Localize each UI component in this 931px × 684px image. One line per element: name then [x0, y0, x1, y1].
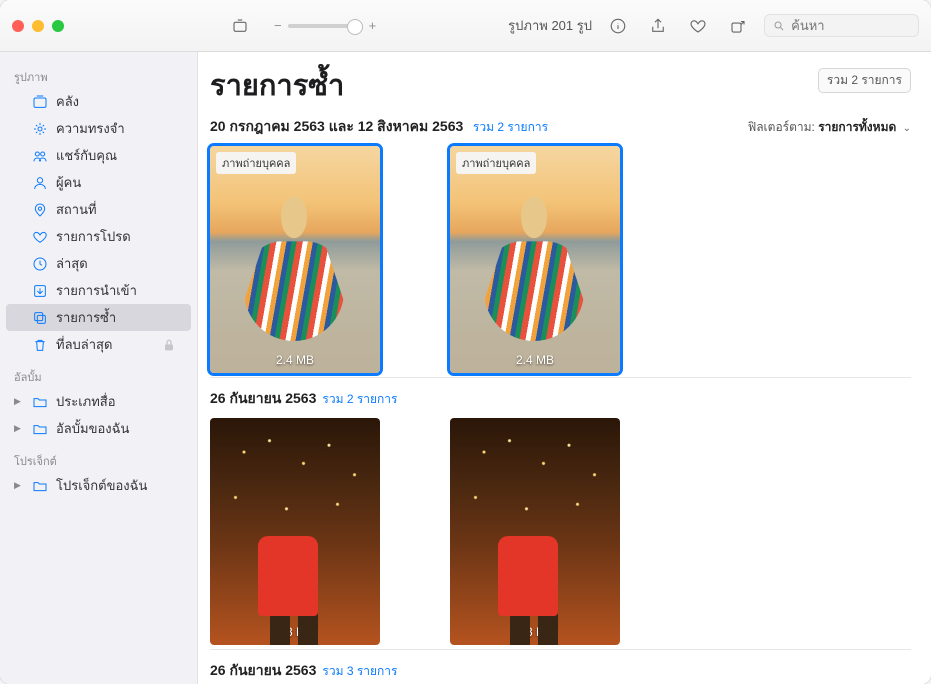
info-button[interactable] — [604, 12, 632, 40]
photo-thumbnail[interactable]: 1.3 MB — [450, 418, 620, 645]
group-date: 20 กรกฎาคม 2563 และ 12 สิงหาคม 2563 — [210, 118, 463, 134]
sidebar-item-import[interactable]: รายการนำเข้า — [6, 277, 191, 304]
zoom-in-label: + — [369, 18, 377, 33]
main-content: รายการซ้ำ รวม 2 รายการ 20 กรกฎาคม 2563 แ… — [198, 52, 931, 684]
file-size: 2.4 MB — [516, 353, 554, 367]
filter-value: รายการทั้งหมด — [818, 120, 896, 134]
file-size: 1.3 MB — [516, 625, 554, 639]
page-title: รายการซ้ำ — [210, 62, 344, 108]
group-count-link[interactable]: รวม 3 รายการ — [322, 662, 397, 681]
chevron-down-icon: ⌄ — [903, 123, 911, 134]
group-count-link[interactable]: รวม 2 รายการ — [322, 390, 397, 409]
folder-icon — [32, 421, 48, 437]
sidebar-item-label: อัลบั้มของฉัน — [56, 418, 129, 439]
sidebar-item-media-types[interactable]: ▶ ประเภทสื่อ — [6, 388, 191, 415]
lock-icon — [161, 337, 177, 353]
filter-prefix: ฟิลเตอร์ตาม: — [748, 120, 815, 134]
folder-icon — [32, 394, 48, 410]
memories-icon — [32, 121, 48, 137]
minimize-window-button[interactable] — [32, 20, 44, 32]
sidebar-item-label: โปรเจ็กต์ของฉัน — [56, 475, 147, 496]
shared-icon — [32, 148, 48, 164]
search-icon — [773, 19, 785, 33]
portrait-badge: ภาพถ่ายบุคคล — [216, 152, 296, 174]
sidebar-section-header-projects: โปรเจ็กต์ — [0, 448, 197, 472]
sidebar-item-label: ความทรงจำ — [56, 118, 125, 139]
sidebar-item-my-projects[interactable]: ▶ โปรเจ็กต์ของฉัน — [6, 472, 191, 499]
sidebar-item-label: รายการโปรด — [56, 226, 131, 247]
sidebar-item-label: สถานที่ — [56, 199, 97, 220]
group-date: 26 กันยายน 2563 — [210, 388, 316, 410]
rotate-button[interactable] — [724, 12, 752, 40]
heart-icon — [32, 229, 48, 245]
favorite-button[interactable] — [684, 12, 712, 40]
sidebar-item-label: คลัง — [56, 91, 79, 112]
sidebar-item-recently-deleted[interactable]: ที่ลบล่าสุด — [6, 331, 191, 358]
duplicates-icon — [32, 310, 48, 326]
sidebar-item-label: แชร์กับคุณ — [56, 145, 117, 166]
sidebar-item-label: รายการนำเข้า — [56, 280, 137, 301]
chevron-right-icon[interactable]: ▶ — [14, 396, 21, 407]
trash-icon — [32, 337, 48, 353]
sidebar-item-label: ผู้คน — [56, 172, 81, 193]
clock-icon — [32, 256, 48, 272]
sidebar-item-recent[interactable]: ล่าสุด — [6, 250, 191, 277]
sidebar: รูปภาพ คลัง ความทรงจำ แชร์กับคุณ ผู้คน — [0, 52, 198, 684]
total-badge[interactable]: รวม 2 รายการ — [818, 68, 911, 93]
group-count-link[interactable]: รวม 2 รายการ — [473, 120, 548, 134]
sidebar-item-label: ประเภทสื่อ — [56, 391, 116, 412]
sidebar-item-label: ที่ลบล่าสุด — [56, 334, 112, 355]
folder-icon — [32, 478, 48, 494]
sidebar-item-people[interactable]: ผู้คน — [6, 169, 191, 196]
file-size: 1.3 MB — [276, 625, 314, 639]
share-button[interactable] — [644, 12, 672, 40]
search-field[interactable] — [764, 14, 919, 37]
window-controls — [12, 20, 64, 32]
portrait-badge: ภาพถ่ายบุคคล — [456, 152, 536, 174]
photo-thumbnail[interactable]: ภาพถ่ายบุคคล 2.4 MB — [210, 146, 380, 373]
sidebar-item-label: รายการซ้ำ — [56, 307, 116, 328]
zoom-out-label: − — [274, 18, 282, 33]
close-window-button[interactable] — [12, 20, 24, 32]
sidebar-section-header-photos: รูปภาพ — [0, 64, 197, 88]
chevron-right-icon[interactable]: ▶ — [14, 480, 21, 491]
app-window: − + รูปภาพ 201 รูป รูปภาพ — [0, 0, 931, 684]
search-input[interactable] — [791, 18, 910, 33]
titlebar: − + รูปภาพ 201 รูป — [0, 0, 931, 52]
aspect-button[interactable] — [226, 12, 254, 40]
sidebar-item-duplicates[interactable]: รายการซ้ำ — [6, 304, 191, 331]
sidebar-item-memories[interactable]: ความทรงจำ — [6, 115, 191, 142]
sidebar-item-shared[interactable]: แชร์กับคุณ — [6, 142, 191, 169]
import-icon — [32, 283, 48, 299]
photo-count: รูปภาพ 201 รูป — [508, 15, 592, 36]
places-icon — [32, 202, 48, 218]
sidebar-section-header-albums: อัลบั้ม — [0, 364, 197, 388]
sidebar-item-favorites[interactable]: รายการโปรด — [6, 223, 191, 250]
sidebar-item-label: ล่าสุด — [56, 253, 88, 274]
group-date: 26 กันยายน 2563 — [210, 660, 316, 682]
photo-thumbnail[interactable]: 1.3 MB — [210, 418, 380, 645]
sidebar-item-my-albums[interactable]: ▶ อัลบั้มของฉัน — [6, 415, 191, 442]
zoom-track[interactable] — [288, 24, 363, 28]
chevron-right-icon[interactable]: ▶ — [14, 423, 21, 434]
people-icon — [32, 175, 48, 191]
zoom-slider[interactable]: − + — [274, 18, 376, 33]
sidebar-item-places[interactable]: สถานที่ — [6, 196, 191, 223]
library-icon — [32, 94, 48, 110]
file-size: 2.4 MB — [276, 353, 314, 367]
photo-thumbnail[interactable]: ภาพถ่ายบุคคล 2.4 MB — [450, 146, 620, 373]
zoom-window-button[interactable] — [52, 20, 64, 32]
sidebar-item-library[interactable]: คลัง — [6, 88, 191, 115]
filter-dropdown[interactable]: ฟิลเตอร์ตาม: รายการทั้งหมด ⌄ — [748, 118, 911, 137]
